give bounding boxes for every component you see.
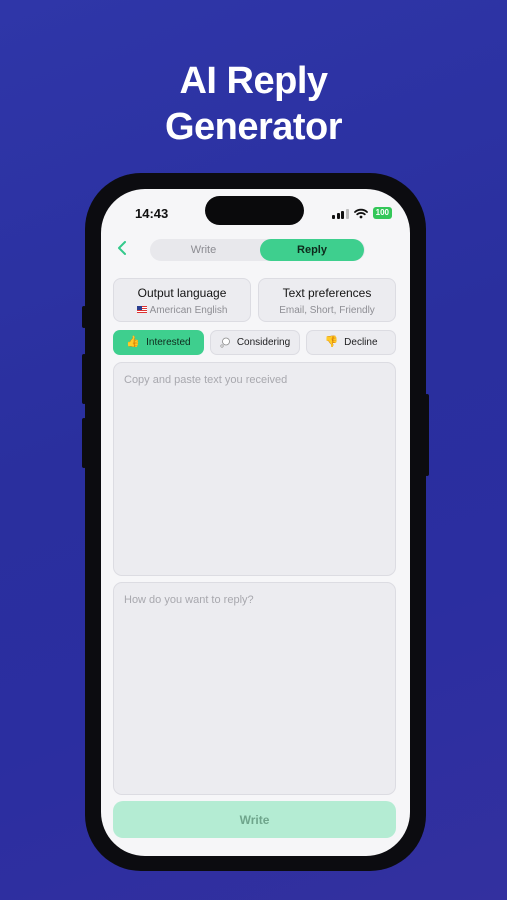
output-language-text: American English <box>149 305 228 316</box>
cellular-signal-icon <box>332 208 349 219</box>
us-flag-icon <box>136 306 147 313</box>
back-button[interactable] <box>113 240 131 258</box>
headline-line-2: Generator <box>164 106 343 148</box>
text-preferences-value: Email, Short, Friendly <box>279 305 375 316</box>
intent-interested-button[interactable]: 👍 Interested <box>113 330 204 355</box>
output-language-value: American English <box>114 305 250 316</box>
intent-considering-label: Considering <box>236 337 291 348</box>
thumbs-up-icon: 👍 <box>126 336 141 348</box>
write-button[interactable]: Write <box>113 801 396 838</box>
battery-icon: 100 <box>372 207 392 219</box>
reply-instructions-input[interactable] <box>113 582 396 795</box>
intent-considering-button[interactable]: Considering <box>210 330 300 355</box>
wifi-icon <box>353 208 368 218</box>
text-preferences-title: Text preferences <box>282 286 372 300</box>
status-time: 14:43 <box>135 206 169 221</box>
phone-power-button <box>425 394 429 476</box>
phone-screen: 14:43 100 Write Reply Output language Am… <box>101 189 410 856</box>
tab-write[interactable]: Write <box>150 239 257 261</box>
chevron-left-icon <box>118 241 126 255</box>
intent-decline-label: Decline <box>344 337 378 348</box>
intent-decline-button[interactable]: 👎 Decline <box>306 330 396 355</box>
phone-action-button <box>82 306 86 328</box>
received-text-input[interactable] <box>113 362 396 576</box>
promo-headline: AI Reply Generator <box>0 58 507 150</box>
intent-interested-label: Interested <box>146 337 191 348</box>
output-language-button[interactable]: Output language American English <box>113 278 251 322</box>
mode-segmented-control: Write Reply <box>150 239 365 261</box>
thumbs-down-icon: 👎 <box>324 336 339 348</box>
dynamic-island <box>205 196 304 225</box>
output-language-title: Output language <box>137 286 227 300</box>
phone-volume-down-button <box>82 418 86 468</box>
text-preferences-button[interactable]: Text preferences Email, Short, Friendly <box>258 278 396 322</box>
status-indicators: 100 <box>332 206 392 220</box>
thought-bubble-icon <box>220 337 230 348</box>
headline-line-1: AI Reply <box>179 60 328 102</box>
phone-volume-up-button <box>82 354 86 404</box>
tab-reply[interactable]: Reply <box>260 239 364 261</box>
